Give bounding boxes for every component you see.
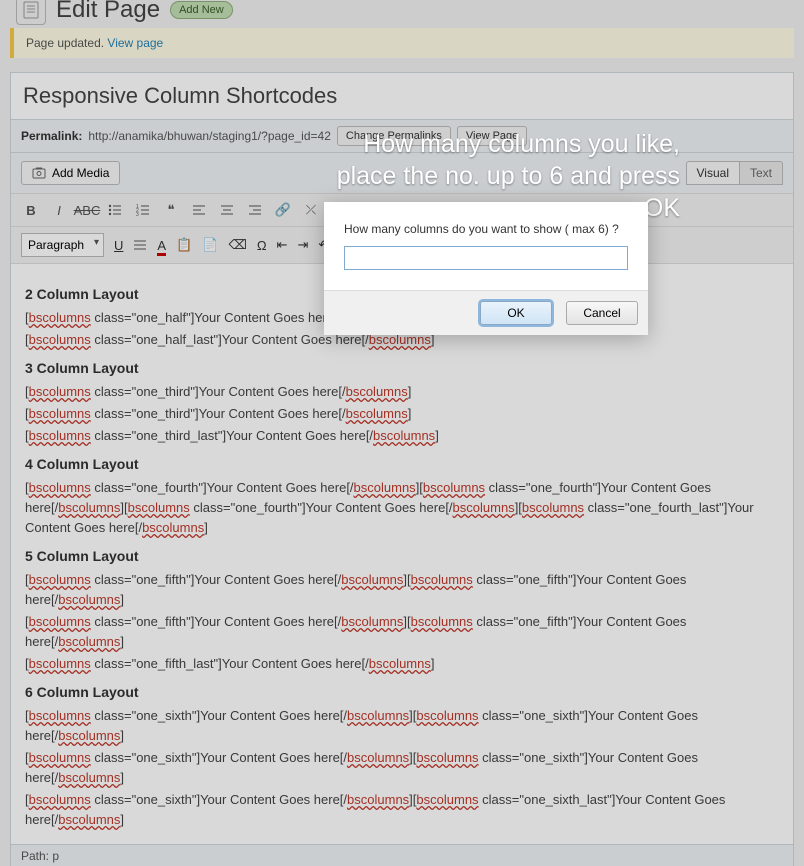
underline-icon[interactable]: U [114,238,123,253]
align-left-icon[interactable] [189,200,209,220]
line-6c: [bscolumns class="one_sixth"]Your Conten… [25,790,779,830]
notice-text: Page updated. [26,36,107,50]
update-notice: Page updated. View page [10,28,794,58]
line-5a: [bscolumns class="one_fifth"]Your Conten… [25,570,779,610]
line-6b: [bscolumns class="one_sixth"]Your Conten… [25,748,779,788]
text-color-icon[interactable]: A [157,238,166,253]
cancel-button[interactable]: Cancel [566,301,638,325]
add-media-label: Add Media [52,166,109,180]
strike-icon[interactable]: ABC [77,200,97,220]
indent-icon[interactable]: ⇥ [297,237,308,253]
add-new-button[interactable]: Add New [170,1,233,19]
charmap-icon[interactable]: Ω [257,238,267,253]
align-right-icon[interactable] [245,200,265,220]
view-page-link[interactable]: View page [107,36,163,50]
line-6a: [bscolumns class="one_sixth"]Your Conten… [25,706,779,746]
bold-icon[interactable]: B [21,200,41,220]
format-select[interactable]: Paragraph [21,233,104,257]
tab-visual[interactable]: Visual [686,161,739,185]
italic-icon[interactable]: I [49,200,69,220]
editor-path: Path: p [11,844,793,866]
clear-format-icon[interactable]: ⌫ [228,237,246,253]
heading-3col: 3 Column Layout [25,358,779,378]
line-5b: [bscolumns class="one_fifth"]Your Conten… [25,612,779,652]
page-icon [16,0,46,25]
tab-text[interactable]: Text [739,161,783,185]
page-title: Edit Page [56,0,160,24]
svg-text:3: 3 [136,212,139,217]
paste-word-icon[interactable]: 📄 [202,237,218,253]
line-4: [bscolumns class="one_fourth"]Your Conte… [25,478,779,538]
dialog-prompt-text: How many columns do you want to show ( m… [344,222,628,236]
line-3c: [bscolumns class="one_third_last"]Your C… [25,426,779,446]
post-title-input[interactable] [11,73,793,120]
columns-input[interactable] [344,246,628,270]
line-3b: [bscolumns class="one_third"]Your Conten… [25,404,779,424]
align-center-icon[interactable] [217,200,237,220]
editor-content[interactable]: 2 Column Layout [bscolumns class="one_ha… [11,264,793,844]
camera-icon [32,166,46,180]
ok-button[interactable]: OK [480,301,552,325]
editor-tabs: Visual Text [686,161,783,185]
quote-icon[interactable]: ❝ [161,200,181,220]
add-media-button[interactable]: Add Media [21,161,120,185]
ul-icon[interactable] [105,200,125,220]
heading-5col: 5 Column Layout [25,546,779,566]
ol-icon[interactable]: 123 [133,200,153,220]
prompt-dialog: How many columns do you want to show ( m… [324,202,648,335]
permalink-url: http://anamika/bhuwan/staging1/?page_id=… [88,129,331,143]
line-5c: [bscolumns class="one_fifth_last"]Your C… [25,654,779,674]
line-3a: [bscolumns class="one_third"]Your Conten… [25,382,779,402]
align-justify-icon[interactable] [133,238,147,252]
link-icon[interactable]: 🔗 [273,200,293,220]
paste-text-icon[interactable]: 📋 [176,237,192,253]
heading-6col: 6 Column Layout [25,682,779,702]
outdent-icon[interactable]: ⇤ [277,237,288,253]
permalink-label: Permalink: [21,129,82,143]
heading-4col: 4 Column Layout [25,454,779,474]
